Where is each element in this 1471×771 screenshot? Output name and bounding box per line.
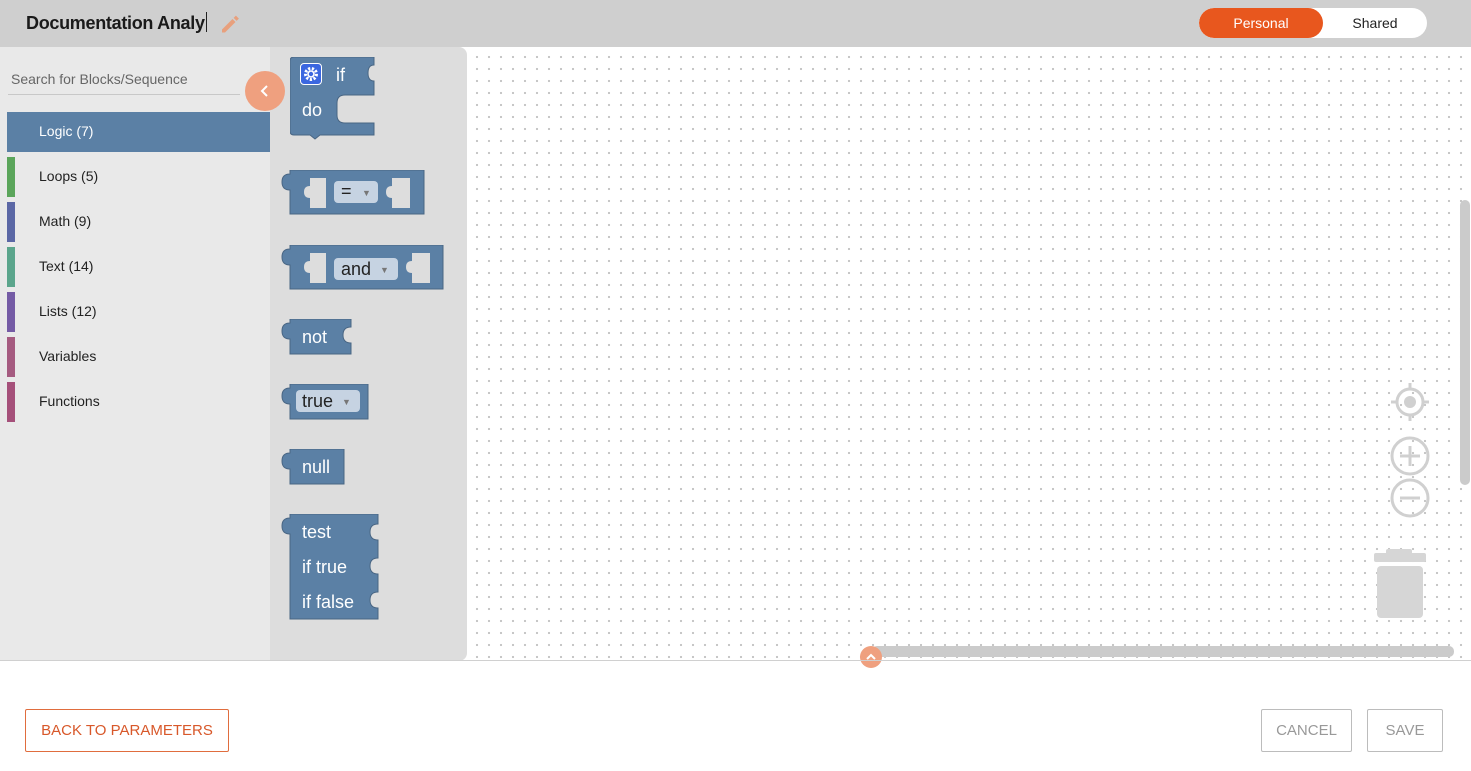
workspace-vertical-scrollbar[interactable] [1460,200,1470,485]
boolean-value: true [302,391,334,411]
category-color-bar [7,112,15,152]
scroll-expand-button[interactable] [860,646,882,668]
pencil-icon[interactable] [218,12,242,36]
category-label: Loops (5) [39,168,99,184]
zoom-in-icon[interactable] [1389,436,1431,483]
test-label: test [302,522,332,542]
null-block[interactable]: null [280,449,346,485]
logic-operator-dropdown[interactable]: and ▼ [334,258,398,280]
category-text[interactable]: Text (14) [7,247,270,287]
category-functions[interactable]: Functions [7,382,270,422]
dropdown-arrow-icon: ▼ [380,265,389,275]
block-flyout: if do = ▼ and ▼ not true ▼ null test if … [270,47,467,661]
header-bar: Documentation Analy Personal Shared [0,0,1471,47]
category-label: Variables [39,348,97,364]
dropdown-arrow-icon: ▼ [362,188,371,198]
category-color-bar [7,292,15,332]
collapse-sidebar-button[interactable] [245,71,285,111]
target-icon[interactable] [1390,382,1430,427]
compare-operator-value: = [341,181,352,201]
category-variables[interactable]: Variables [7,337,270,377]
gear-icon[interactable] [300,63,322,85]
zoom-out-icon[interactable] [1389,477,1431,524]
category-color-bar [7,157,15,197]
if-do-block[interactable]: if do [290,57,380,142]
category-math[interactable]: Math (9) [7,202,270,242]
category-color-bar [7,202,15,242]
logic-operation-block[interactable]: and ▼ [280,245,444,290]
toggle-personal-option[interactable]: Personal [1199,8,1323,38]
not-block[interactable]: not [280,319,352,355]
personal-shared-toggle[interactable]: Personal Shared [1199,8,1427,38]
if-false-label: if false [302,592,355,612]
toggle-shared-option[interactable]: Shared [1323,8,1427,38]
category-color-bar [7,337,15,377]
category-logic[interactable]: Logic (7) [7,112,270,152]
back-to-parameters-button[interactable]: BACK TO PARAMETERS [25,709,229,752]
workspace-horizontal-scrollbar[interactable] [872,646,1454,657]
chevron-up-icon [866,653,876,660]
page-title[interactable]: Documentation Analy [26,12,207,34]
chevron-left-icon [260,85,268,97]
ternary-block[interactable]: test if true if false [280,514,380,620]
if-label: if [336,65,345,85]
compare-operator-dropdown[interactable]: = ▼ [334,181,378,203]
category-label: Text (14) [39,258,94,274]
category-loops[interactable]: Loops (5) [7,157,270,197]
block-category-sidebar: Logic (7) Loops (5) Math (9) Text (14) L… [0,47,270,661]
boolean-value-dropdown[interactable]: true ▼ [296,390,360,412]
trash-icon[interactable] [1372,549,1428,626]
cancel-button[interactable]: CANCEL [1261,709,1352,752]
category-color-bar [7,382,15,422]
category-label: Logic (7) [39,123,94,139]
block-search-input[interactable] [8,63,240,95]
category-label: Math (9) [39,213,92,229]
compare-block[interactable]: = ▼ [280,170,426,215]
not-label: not [302,327,328,347]
footer-divider [0,660,1471,661]
category-label: Lists (12) [39,303,97,319]
text-caret [205,12,207,32]
null-label: null [302,457,331,477]
category-label: Functions [39,393,100,409]
boolean-block[interactable]: true ▼ [280,384,370,420]
page-title-text[interactable]: Documentation Analy [26,13,205,33]
category-lists[interactable]: Lists (12) [7,292,270,332]
do-label: do [302,100,323,120]
logic-operator-value: and [341,259,372,279]
block-workspace-canvas[interactable] [467,47,1471,661]
category-color-bar [7,247,15,287]
save-button[interactable]: SAVE [1367,709,1443,752]
if-true-label: if true [302,557,348,577]
dropdown-arrow-icon: ▼ [342,397,351,407]
